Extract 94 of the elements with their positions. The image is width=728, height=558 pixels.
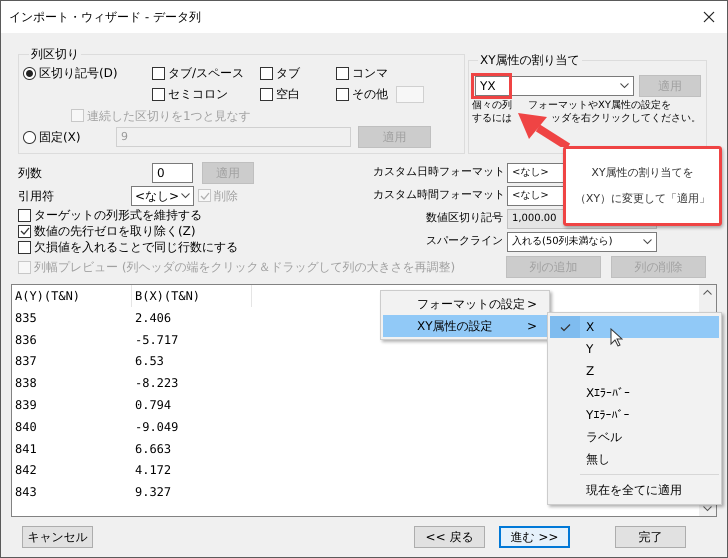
radio-button[interactable]: [23, 66, 36, 80]
scroll-up-icon[interactable]: [703, 289, 712, 295]
table-cell-text: 842: [14, 462, 38, 480]
checkbox-label: ターゲットの列形式を維持する: [34, 207, 202, 224]
cancel-button[interactable]: キャンセル: [22, 526, 93, 548]
column-header[interactable]: A(Y)(T&N): [12, 285, 132, 307]
menu-item[interactable]: Z: [550, 360, 719, 382]
callout-text: XY属性の割り当てを: [591, 164, 694, 180]
menu-item[interactable]: フォーマットの設定 >: [383, 293, 547, 315]
dropdown-value: YX: [471, 73, 512, 99]
hint-text: するには: [472, 112, 512, 125]
table-cell-text: 837: [14, 353, 38, 370]
checkbox-label: 数値の先行ゼロを取り除く(Z): [34, 223, 196, 240]
field-label: カスタム日時フォーマット: [373, 164, 506, 180]
menu-item[interactable]: XY属性の設定 >: [383, 315, 547, 337]
radio-button[interactable]: [23, 130, 36, 144]
field-label: スパークライン: [425, 233, 504, 250]
field-label: 引用符: [18, 188, 55, 204]
checkbox-label: コンマ: [352, 65, 388, 82]
checkbox-label: その他: [352, 86, 388, 103]
checkbox[interactable]: [336, 88, 349, 100]
menu-item[interactable]: 現在を全てに適用: [550, 479, 719, 501]
table-cell-text: 6.663: [134, 440, 172, 458]
table-cell-text: 839: [14, 397, 38, 414]
radio-label: 区切り記号(D): [39, 65, 118, 82]
table-cell-text: 0.794: [134, 397, 172, 414]
hint-text: 個々の列: [472, 99, 512, 112]
group-title: 列区切り: [30, 46, 80, 63]
other-field[interactable]: [396, 86, 424, 102]
hint-text: ッダを右クリックしてください。: [551, 112, 701, 125]
table-cell-text: 2.406: [134, 310, 172, 327]
checkbox[interactable]: [18, 208, 31, 222]
quote-dropdown[interactable]: <なし>: [131, 186, 194, 206]
scroll-down-icon[interactable]: [703, 506, 712, 512]
column-header[interactable]: B(X)(T&N): [132, 285, 252, 307]
checkbox-label: 列幅プレビュー (列ヘッダの端をクリック＆ドラッグして列の大きさを再調整): [34, 259, 456, 276]
table-cell-text: -8.223: [134, 375, 180, 392]
checkbox-label: タブ: [276, 65, 300, 82]
table-cell-text: 836: [14, 332, 38, 349]
chevron-down-icon: [620, 83, 629, 89]
radio-label: 固定(X): [39, 129, 81, 146]
back-button[interactable]: << 戻る: [414, 526, 485, 548]
dropdown-value: <なし>: [512, 189, 549, 203]
checkbox[interactable]: [152, 66, 165, 80]
next-button[interactable]: 進む >>: [499, 526, 570, 548]
group-title: XY属性の割り当て: [479, 52, 581, 69]
chevron-down-icon: [181, 192, 190, 198]
checkbox[interactable]: [260, 88, 273, 100]
checkbox-label: 空白: [276, 86, 300, 103]
checkbox[interactable]: [152, 88, 165, 100]
checkbox-label: 連続した区切りを1つと見なす: [87, 108, 251, 124]
dropdown-value: 入れる(50列未満なら): [512, 234, 613, 249]
finish-button[interactable]: 完了: [615, 526, 686, 548]
chevron-down-icon: [643, 238, 652, 244]
menu-item[interactable]: Yｴﾗｰﾊﾞｰ: [550, 404, 719, 426]
table-cell-text: 4.172: [134, 462, 172, 480]
checkbox-label: 削除: [214, 188, 238, 204]
checkbox[interactable]: [18, 224, 31, 238]
field-label: 数値区切り記号: [425, 210, 504, 226]
dropdown-value: <なし>: [135, 188, 180, 204]
table-cell-text: -5.717: [134, 332, 180, 349]
table-cell-text: 9.327: [134, 484, 172, 502]
check-icon: [560, 322, 570, 332]
menu-item[interactable]: X: [550, 316, 719, 338]
table-cell-text: -9.049: [134, 418, 180, 436]
table-cell-text: 838: [14, 375, 38, 392]
table-cell-text: 840: [14, 418, 38, 436]
checkbox[interactable]: [18, 240, 31, 254]
dropdown-value: 1,000.00: [512, 212, 557, 226]
field-label: カスタム時間フォーマット: [373, 187, 506, 204]
checkbox[interactable]: [260, 66, 273, 80]
dropdown-value: <なし>: [512, 166, 549, 180]
menu-item[interactable]: 無し: [550, 448, 719, 470]
menu-item[interactable]: Xｴﾗｰﾊﾞｰ: [550, 382, 719, 404]
checkbox-label: 欠損値を入れることで同じ行数にする: [34, 239, 238, 256]
table-cell-text: 6.53: [134, 353, 165, 370]
column-count-field[interactable]: 0: [152, 162, 193, 182]
table-cell-text: 841: [14, 440, 38, 458]
table-cell-text: 835: [14, 310, 38, 327]
menu-item[interactable]: ラベル: [550, 426, 719, 448]
field-label: 列数: [18, 164, 43, 182]
hint-text: フォーマットやXY属性の設定を: [528, 99, 671, 112]
window-title: インポート・ウィザード - データ列: [9, 9, 201, 26]
menu-item[interactable]: Y: [550, 338, 719, 360]
checkbox-label: セミコロン: [168, 86, 228, 103]
close-icon[interactable]: [703, 11, 715, 23]
mouse-pointer-icon: [610, 328, 623, 347]
table-cell-text: 843: [14, 484, 38, 502]
callout-text: （XY）に変更して「適用」: [574, 191, 710, 207]
format-dropdown[interactable]: 入れる(50列未満なら): [507, 232, 657, 252]
submenu-arrow: >: [526, 318, 537, 335]
checkbox[interactable]: [336, 66, 349, 80]
submenu-arrow: >: [526, 296, 537, 313]
checkbox-label: タブ/スペース: [168, 65, 244, 82]
